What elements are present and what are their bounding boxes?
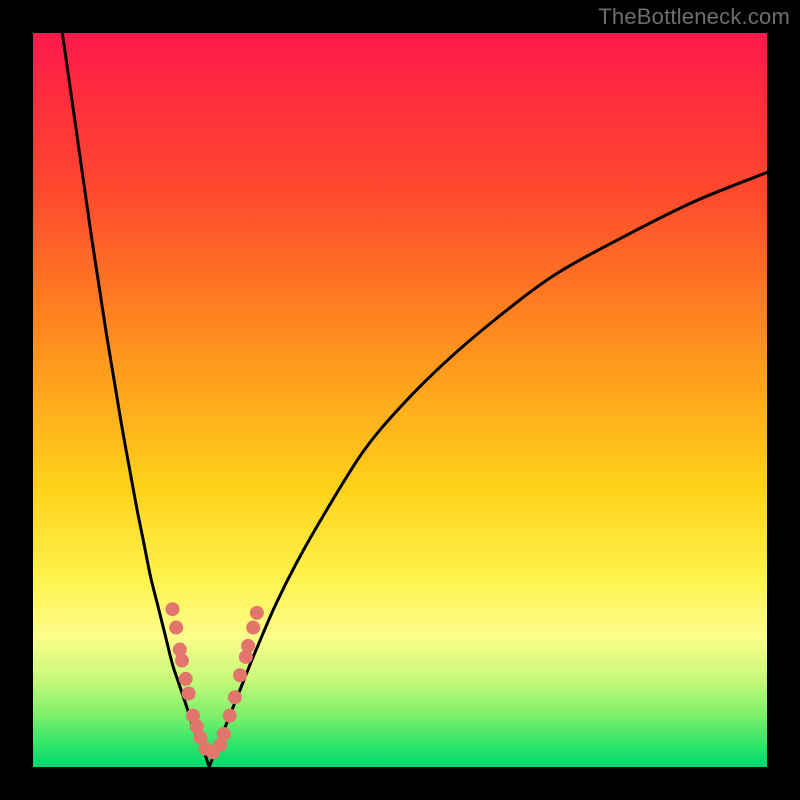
highlight-dot (179, 672, 193, 686)
highlight-dot (233, 668, 247, 682)
highlight-dot (182, 687, 196, 701)
highlight-dot (246, 621, 260, 635)
highlight-dot (165, 602, 179, 616)
highlight-dot (169, 621, 183, 635)
highlight-dot (217, 727, 231, 741)
watermark-text: TheBottleneck.com (598, 4, 790, 30)
highlight-dot (250, 606, 264, 620)
highlight-dot (223, 709, 237, 723)
highlight-dot (241, 639, 255, 653)
highlight-dot (228, 690, 242, 704)
plot-area (33, 33, 767, 767)
highlight-dot (175, 654, 189, 668)
curve-right-branch (209, 172, 767, 767)
chart-frame: TheBottleneck.com (0, 0, 800, 800)
highlight-dots (165, 602, 263, 759)
curve-layer (33, 33, 767, 767)
